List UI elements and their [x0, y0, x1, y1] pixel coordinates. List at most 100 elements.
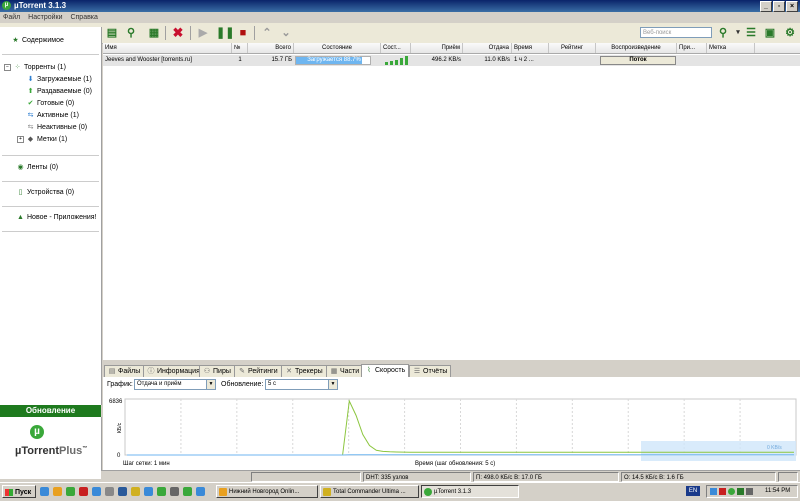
torrents-icon: ⁘	[14, 64, 21, 71]
web-search-input[interactable]: Веб-поиск	[640, 27, 712, 38]
toolbar: ▤ ⚲ ▦ ✖ ▶ ❚❚ ■ ⌃ ⌄ Веб-поиск ⚲ ▾ ☰ ▣ ⚙	[0, 23, 800, 44]
column-size[interactable]: Всего	[248, 43, 294, 53]
quicklaunch-app-icon[interactable]	[118, 487, 127, 496]
tab-info[interactable]: ⓘИнформация	[143, 365, 204, 377]
quicklaunch-app-icon[interactable]	[105, 487, 114, 496]
status-end-cell	[778, 472, 798, 482]
taskbar-task-total-commander[interactable]: Total Commander Ultima ...	[320, 485, 419, 498]
tray-antivirus-icon[interactable]	[719, 488, 726, 495]
quicklaunch-app-icon[interactable]	[157, 487, 166, 496]
sidebar-item-completed[interactable]: ✔Готовые (0)	[27, 100, 74, 107]
menu-file[interactable]: Файл	[3, 14, 20, 21]
tab-files[interactable]: ▤Файлы	[104, 365, 144, 377]
tray-network-icon[interactable]	[710, 488, 717, 495]
sidebar-item-featured[interactable]: ★Содержимое	[12, 37, 64, 44]
quicklaunch-ie-icon[interactable]	[40, 487, 49, 496]
tab-peers[interactable]: ⚇Пиры	[199, 365, 235, 377]
sidebar-item-seeding[interactable]: ⬆Раздаваемые (0)	[27, 88, 92, 95]
tray-utorrent-icon[interactable]	[728, 488, 735, 495]
column-playback[interactable]: Воспроизведение	[596, 43, 677, 53]
column-up-speed[interactable]: Отдача	[463, 43, 512, 53]
active-arrows-icon: ⇆	[27, 112, 34, 119]
expand-icon[interactable]: +	[17, 136, 24, 143]
quicklaunch-opera-icon[interactable]	[53, 487, 62, 496]
quicklaunch-app-icon[interactable]	[66, 487, 75, 496]
quicklaunch-app-icon[interactable]	[144, 487, 153, 496]
device-icon: ▯	[17, 189, 24, 196]
pause-icon[interactable]: ❚❚	[216, 26, 230, 40]
y-axis-label: КБ/с	[117, 422, 123, 433]
tray-volume-icon[interactable]	[746, 488, 753, 495]
graph-type-select[interactable]: Отдача и приём▼	[134, 379, 216, 390]
quicklaunch-utorrent-icon[interactable]	[183, 487, 192, 496]
opera-icon	[219, 488, 227, 496]
quicklaunch-app-icon[interactable]	[92, 487, 101, 496]
utorrent-plus-text: µTorrentPlus™	[15, 445, 87, 457]
sidebar-item-labels[interactable]: + ◆Метки (1)	[17, 136, 67, 143]
speed-chart-icon: ⌇	[365, 367, 373, 375]
quicklaunch-app-icon[interactable]	[79, 487, 88, 496]
quicklaunch-app-icon[interactable]	[196, 487, 205, 496]
column-rating[interactable]: Рейтинг	[549, 43, 596, 53]
quicklaunch-app-icon[interactable]	[131, 487, 140, 496]
search-dropdown-icon[interactable]: ▾	[731, 26, 745, 40]
language-indicator[interactable]: EN	[686, 486, 700, 496]
settings-gear-icon[interactable]: ⚙	[783, 26, 797, 40]
sidebar-item-active[interactable]: ⇆Активные (1)	[27, 112, 79, 119]
tab-trackers[interactable]: ✕Трекеры	[281, 365, 327, 377]
utorrent-plus-banner[interactable]: µ µTorrentPlus™	[0, 417, 102, 479]
queue-down-icon[interactable]: ⌄	[279, 26, 293, 40]
maximize-button[interactable]: ▫	[773, 1, 785, 12]
column-number[interactable]: №	[232, 43, 248, 53]
tray-app-icon[interactable]	[737, 488, 744, 495]
stream-button[interactable]: Поток	[600, 56, 676, 65]
stop-icon[interactable]: ■	[236, 26, 250, 40]
taskbar-task-utorrent[interactable]: µTorrent 3.1.3	[421, 485, 519, 498]
tab-speed[interactable]: ⌇Скорость	[361, 364, 409, 377]
queue-up-icon[interactable]: ⌃	[260, 26, 274, 40]
toolbar-separator	[190, 26, 191, 40]
taskbar-task-browser[interactable]: Нижний Новгород Onlin...	[216, 485, 318, 498]
column-eta[interactable]: Время	[512, 43, 549, 53]
pieces-icon: ▦	[330, 368, 338, 376]
remote-icon[interactable]: ▣	[763, 26, 777, 40]
create-torrent-icon[interactable]: ▦	[147, 26, 161, 40]
start-button[interactable]: Пуск	[2, 485, 36, 498]
list-view-icon[interactable]: ☰	[744, 26, 758, 40]
search-icon[interactable]: ⚲	[716, 26, 730, 40]
quicklaunch-app-icon[interactable]	[170, 487, 179, 496]
sidebar-item-apps[interactable]: ▲Новое - Приложения!	[17, 214, 97, 221]
add-url-icon[interactable]: ⚲	[124, 26, 138, 40]
torrent-row[interactable]: Jeeves and Wooster [torrents.ru] 1 15.7 …	[103, 55, 800, 66]
column-name[interactable]: Имя	[103, 43, 232, 53]
collapse-icon[interactable]: −	[4, 64, 11, 71]
update-interval-select[interactable]: 5 с▼	[265, 379, 338, 390]
column-added[interactable]: При...	[677, 43, 707, 53]
inactive-arrows-icon: ⇆	[27, 124, 34, 131]
divider	[2, 231, 99, 232]
menu-help[interactable]: Справка	[70, 14, 97, 21]
column-label[interactable]: Метка	[707, 43, 755, 53]
sidebar-item-torrents[interactable]: − ⁘Торренты (1)	[4, 64, 66, 71]
sidebar-item-devices[interactable]: ▯Устройства (0)	[17, 189, 74, 196]
column-status[interactable]: Состояние	[294, 43, 381, 53]
column-health[interactable]: Сост...	[381, 43, 411, 53]
status-empty-cell	[251, 472, 361, 482]
title-bar: µµTorrent 3.1.3 _ ▫ ×	[0, 0, 800, 12]
column-down-speed[interactable]: Приём	[411, 43, 463, 53]
tab-logger[interactable]: ☰Отчёты	[409, 365, 451, 377]
torrent-name: Jeeves and Wooster [torrents.ru]	[103, 55, 232, 66]
sidebar-item-downloading[interactable]: ⬇Загружаемые (1)	[27, 76, 92, 83]
close-button[interactable]: ×	[786, 1, 798, 12]
minimize-button[interactable]: _	[760, 1, 772, 12]
total-commander-icon	[323, 488, 331, 496]
remove-icon[interactable]: ✖	[171, 26, 185, 40]
sidebar-item-inactive[interactable]: ⇆Неактивные (0)	[27, 124, 87, 131]
tab-ratings[interactable]: ✎Рейтинги	[234, 365, 282, 377]
start-icon[interactable]: ▶	[196, 26, 210, 40]
sidebar-item-feeds[interactable]: ◉Ленты (0)	[17, 164, 58, 171]
tab-pieces[interactable]: ▦Части	[326, 365, 363, 377]
menu-settings[interactable]: Настройки	[28, 14, 62, 21]
update-button[interactable]: Обновление	[0, 405, 101, 417]
add-torrent-icon[interactable]: ▤	[105, 26, 119, 40]
